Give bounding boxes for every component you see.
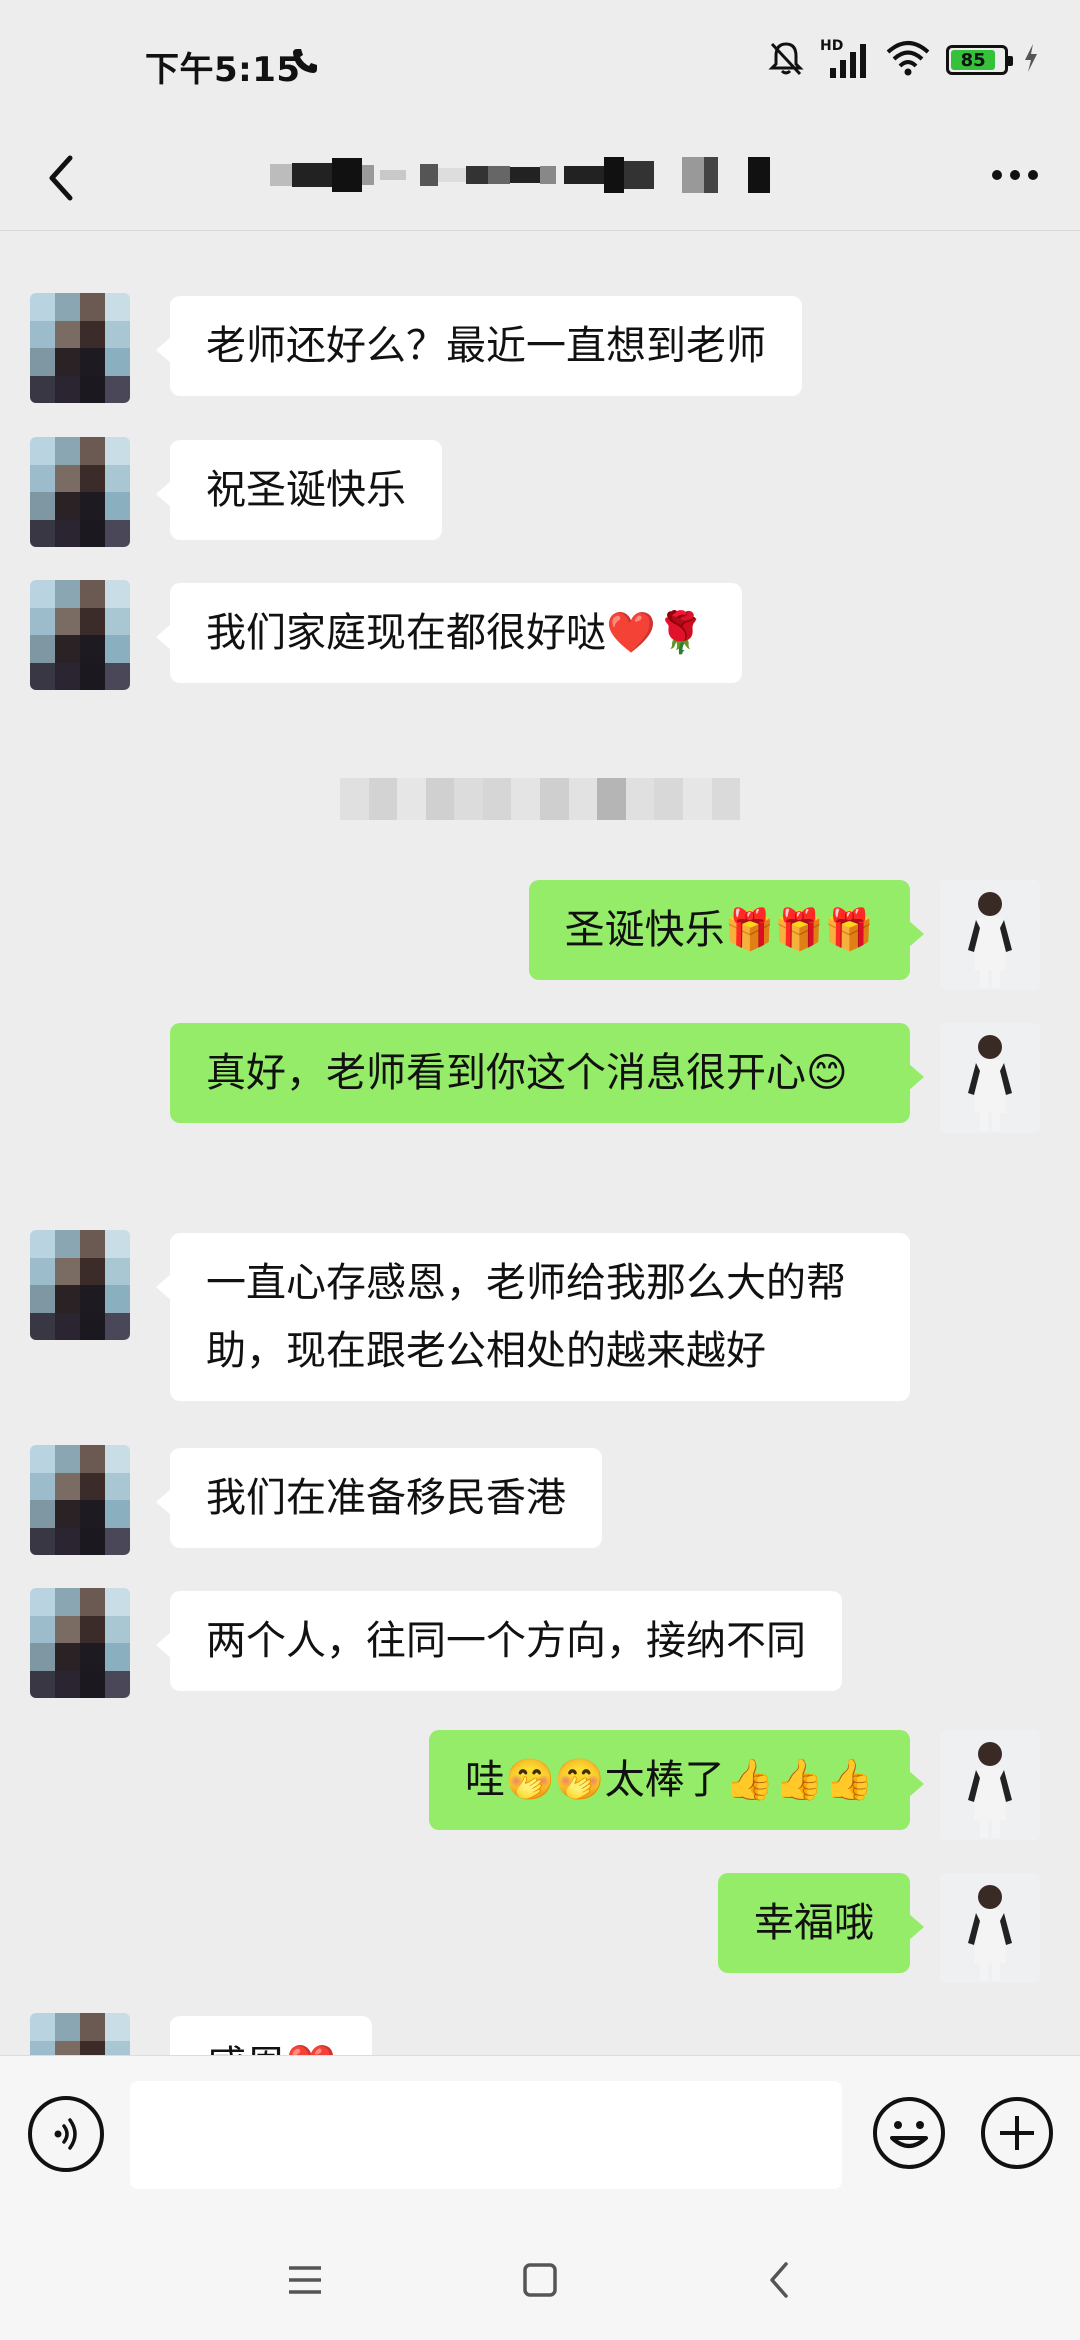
battery-icon: 85: [946, 45, 1013, 75]
menu-icon: [289, 2266, 321, 2294]
my-avatar[interactable]: [940, 880, 1040, 990]
message-text: 哇🤭🤭太棒了👍👍👍: [464, 1757, 874, 1803]
plus-icon: [981, 2097, 1053, 2169]
contact-avatar[interactable]: [30, 1445, 130, 1555]
message-bubble-incoming[interactable]: 两个人，往同一个方向，接纳不同: [156, 1591, 842, 1691]
message-bubble-outgoing[interactable]: 哇🤭🤭太棒了👍👍👍: [428, 1730, 925, 1830]
my-avatar[interactable]: [940, 1873, 1040, 1983]
chevron-left-icon: [49, 155, 73, 201]
chat-header: [0, 120, 1080, 231]
plus-button[interactable]: [978, 2094, 1056, 2172]
mute-bell-icon: [766, 38, 806, 82]
status-bar: 下午5:15 HD 85: [0, 0, 1080, 130]
message-text: 一直心存感恩，老师给我那么大的帮助，现在跟老公相处的越来越好: [206, 1260, 846, 1374]
system-nav-bar: [0, 2210, 1080, 2340]
contact-avatar[interactable]: [30, 2013, 130, 2055]
contact-avatar[interactable]: [30, 1588, 130, 1698]
message-input[interactable]: [130, 2081, 842, 2189]
battery-level: 85: [951, 50, 996, 71]
contact-avatar[interactable]: [30, 293, 130, 403]
message-text: 圣诞快乐🎁🎁🎁: [564, 907, 874, 953]
my-avatar[interactable]: [940, 1730, 1040, 1840]
voice-icon: [54, 2118, 77, 2150]
emoji-icon: [873, 2097, 945, 2169]
charging-icon: [1022, 42, 1040, 78]
message-text: 感恩❤️: [206, 2043, 336, 2055]
voice-button[interactable]: [28, 2096, 104, 2172]
message-bubble-incoming[interactable]: 感恩❤️: [170, 2016, 372, 2055]
message-text: 我们在准备移民香港: [206, 1475, 566, 1521]
timestamp-pixelated: [340, 778, 741, 820]
contact-avatar[interactable]: [30, 1230, 130, 1340]
message-bubble-outgoing[interactable]: 圣诞快乐🎁🎁🎁: [528, 880, 925, 980]
status-icons: HD 85: [766, 38, 1040, 82]
chat-title-pixelated: [270, 150, 770, 200]
phone-call-icon: [290, 46, 320, 80]
nav-back-button[interactable]: [750, 2250, 810, 2310]
message-bubble-incoming[interactable]: 我们家庭现在都很好哒❤️🌹: [156, 583, 742, 683]
input-bar: [0, 2055, 1080, 2211]
menu-button[interactable]: [275, 2250, 335, 2310]
message-text: 我们家庭现在都很好哒❤️🌹: [206, 610, 706, 656]
message-bubble-incoming[interactable]: 我们在准备移民香港: [156, 1448, 602, 1548]
home-icon: [523, 2263, 557, 2297]
contact-avatar[interactable]: [30, 437, 130, 547]
more-button[interactable]: [980, 145, 1050, 205]
message-bubble-incoming[interactable]: 老师还好么？最近一直想到老师: [156, 296, 802, 396]
more-dots-icon: [992, 170, 1038, 180]
my-avatar[interactable]: [940, 1023, 1040, 1133]
message-text: 祝圣诞快乐: [206, 467, 406, 513]
home-button[interactable]: [510, 2250, 570, 2310]
message-bubble-outgoing[interactable]: 幸福哦: [718, 1873, 924, 1973]
contact-avatar[interactable]: [30, 580, 130, 690]
message-text: 老师还好么？最近一直想到老师: [206, 323, 766, 369]
message-text: 两个人，往同一个方向，接纳不同: [206, 1618, 806, 1664]
message-text: 真好，老师看到你这个消息很开心😊: [206, 1050, 848, 1096]
status-time: 下午5:15: [145, 50, 301, 90]
back-button[interactable]: [38, 140, 98, 210]
message-bubble-incoming[interactable]: 祝圣诞快乐: [156, 440, 442, 540]
chat-message-list[interactable]: 老师还好么？最近一直想到老师 祝圣诞快乐 我们家庭现在都很好哒❤️🌹 圣诞快乐🎁…: [0, 230, 1080, 2055]
message-bubble-outgoing[interactable]: 真好，老师看到你这个消息很开心😊: [170, 1023, 924, 1123]
wifi-icon: [884, 38, 932, 82]
signal-icon: HD: [820, 38, 870, 80]
message-bubble-incoming[interactable]: 一直心存感恩，老师给我那么大的帮助，现在跟老公相处的越来越好: [156, 1233, 910, 1401]
message-text: 幸福哦: [754, 1900, 874, 1946]
back-icon: [770, 2262, 788, 2298]
emoji-button[interactable]: [870, 2094, 948, 2172]
